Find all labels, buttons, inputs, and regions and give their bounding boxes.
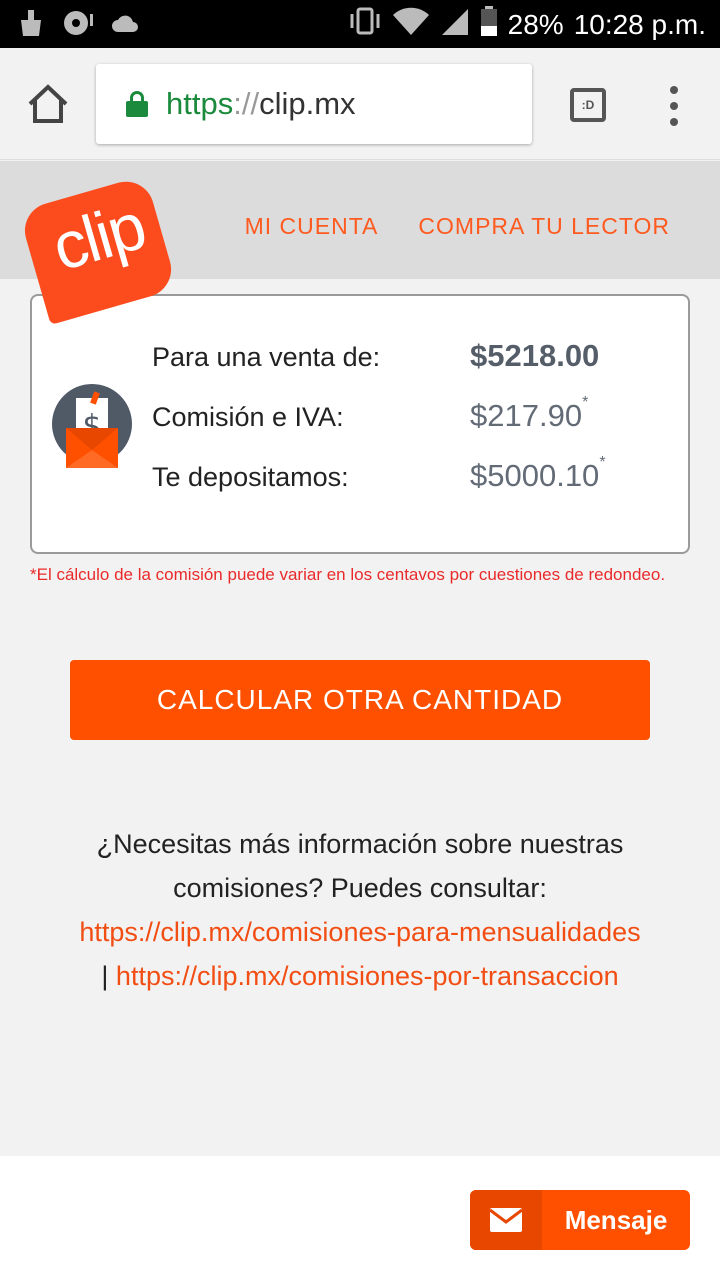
fee-row: Comisión e IVA: $217.90* <box>152 394 672 462</box>
fee-asterisk: * <box>582 394 589 411</box>
info-text: ¿Necesitas más información sobre nuestra… <box>96 829 624 903</box>
site-nav: MI CUENTA COMPRA TU LECTOR <box>245 213 670 240</box>
deposit-asterisk: * <box>599 454 606 471</box>
link-separator: | <box>101 961 109 991</box>
mail-icon <box>470 1190 542 1250</box>
signal-icon <box>440 7 470 42</box>
nav-mi-cuenta[interactable]: MI CUENTA <box>245 213 379 240</box>
deposit-value: $5000.10 <box>470 458 600 493</box>
fee-label: Comisión e IVA: <box>152 402 344 432</box>
home-button[interactable] <box>26 84 70 124</box>
battery-percent: 28% <box>507 8 564 40</box>
nav-compra-tu-lector[interactable]: COMPRA TU LECTOR <box>418 213 670 240</box>
message-label: Mensaje <box>564 1204 668 1235</box>
money-envelope-icon: $ <box>52 384 136 468</box>
wifi-icon <box>392 7 430 42</box>
disc-icon <box>62 8 94 42</box>
fee-value: $217.90 <box>470 398 583 433</box>
message-button[interactable]: Mensaje <box>470 1190 690 1250</box>
cloud-icon <box>112 12 138 38</box>
calculate-again-button[interactable]: CALCULAR OTRA CANTIDAD <box>70 660 650 740</box>
status-bar: 28% 10:28 p.m. <box>0 0 720 48</box>
link-por-transaccion[interactable]: https://clip.mx/comisiones-por-transacci… <box>116 961 619 991</box>
sale-row: Para una venta de: $5218.00 <box>152 338 672 402</box>
home-icon <box>28 84 68 123</box>
lock-icon <box>126 91 148 117</box>
battery-icon <box>480 6 498 43</box>
commission-note: *El cálculo de la comisión puede variar … <box>30 565 666 584</box>
url-text: https://clip.mx <box>166 86 356 121</box>
tabs-button[interactable]: :D <box>570 88 606 122</box>
sale-label: Para una venta de: <box>152 342 381 372</box>
clock: 10:28 p.m. <box>573 8 706 40</box>
vibrate-icon <box>348 6 382 43</box>
result-card: $ Para una venta de: $5218.00 Comisión e… <box>30 294 690 554</box>
browser-toolbar: https://clip.mx :D <box>0 48 720 160</box>
sale-value: $5218.00 <box>470 338 600 373</box>
deposit-label: Te depositamos: <box>152 462 349 492</box>
link-mensualidades[interactable]: https://clip.mx/comisiones-para-mensuali… <box>79 917 640 947</box>
deposit-row: Te depositamos: $5000.10* <box>152 454 672 522</box>
cleaner-icon <box>18 8 44 42</box>
browser-menu-button[interactable] <box>666 86 682 126</box>
info-block: ¿Necesitas más información sobre nuestra… <box>20 822 700 998</box>
address-bar[interactable]: https://clip.mx <box>96 64 532 144</box>
